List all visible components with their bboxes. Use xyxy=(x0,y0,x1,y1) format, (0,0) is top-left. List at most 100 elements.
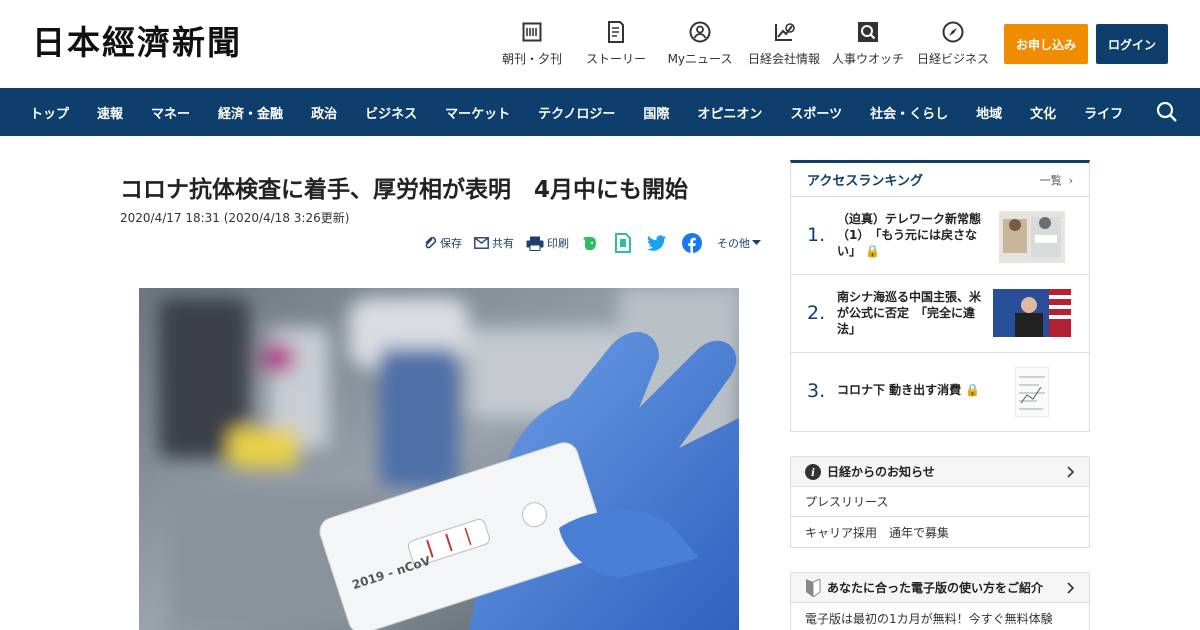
rank-headline: 南シナ海巡る中国主張、米が公式に否定 「完全に違法」 xyxy=(837,290,982,337)
facebook-button[interactable] xyxy=(682,233,705,253)
chevron-right-icon xyxy=(1067,466,1075,478)
svg-text:i: i xyxy=(811,468,815,479)
category-navbar: トップ 速報 マネー 経済・金融 政治 ビジネス マーケット テクノロジー 国際… xyxy=(0,88,1200,136)
nav-item-politics[interactable]: 政治 xyxy=(311,103,337,122)
header-nav-label: 日経会社情報 xyxy=(747,52,820,66)
clip-icon xyxy=(425,236,437,249)
twitter-icon xyxy=(647,234,667,251)
nikkei-logo[interactable]: 日本經濟新聞 xyxy=(32,26,242,59)
evernote-icon xyxy=(583,237,596,250)
nikkei-notice-box: i 日経からのお知らせ プレスリリース キャリア採用 通年で募集 xyxy=(790,456,1090,548)
nav-item-international[interactable]: 国際 xyxy=(643,103,669,122)
header-nav-label: ストーリー xyxy=(585,52,646,66)
header-nav-jinji[interactable]: 人事ウオッチ xyxy=(826,20,910,67)
header-nav-newspaper[interactable]: 朝刊・夕刊 xyxy=(490,20,574,67)
save-button[interactable]: 保存 xyxy=(423,235,462,251)
notice-career[interactable]: キャリア採用 通年で募集 xyxy=(791,517,1089,547)
site-header: 日本經濟新聞 朝刊・夕刊 ストーリー Myニュース 日経会社情報 人事ウオッチ … xyxy=(0,0,1200,88)
beginner-mark-icon xyxy=(806,578,821,597)
nav-item-opinion[interactable]: オピニオン xyxy=(697,103,762,122)
story-icon xyxy=(604,20,628,44)
more-share-label: その他 xyxy=(717,237,750,250)
rank-number: 1. xyxy=(807,224,826,246)
facebook-icon xyxy=(682,233,702,253)
print-button[interactable]: 印刷 xyxy=(526,235,569,251)
ranking-header: アクセスランキング 一覧 › xyxy=(791,163,1089,197)
rank-number: 2. xyxy=(807,302,826,324)
ranking-item-3[interactable]: 3. コロナ下 動き出す消費 🔒 xyxy=(791,353,1089,431)
login-button[interactable]: ログイン xyxy=(1096,24,1168,64)
nav-item-market[interactable]: マーケット xyxy=(445,103,510,122)
share-button[interactable]: 共有 xyxy=(474,235,514,251)
newspaper-icon xyxy=(520,20,544,44)
header-nav-label: 朝刊・夕刊 xyxy=(501,52,562,66)
ranking-more-label: 一覧 xyxy=(1039,173,1062,187)
chart-icon xyxy=(772,20,796,44)
rank-thumbnail xyxy=(999,211,1065,263)
nav-item-economy[interactable]: 経済・金融 xyxy=(218,103,283,122)
nav-item-region[interactable]: 地域 xyxy=(976,103,1002,122)
article-photo: 2019 - nCoV xyxy=(139,288,739,630)
guide-free-trial[interactable]: 電子版は最初の1カ月が無料！今すぐ無料体験 xyxy=(791,603,1089,630)
ranking-item-1[interactable]: 1. （迫真）テレワーク新常態（1） 「もう元には戻さない」 🔒 xyxy=(791,197,1089,275)
nav-item-sokuho[interactable]: 速報 xyxy=(97,103,123,122)
ranking-title: アクセスランキング xyxy=(807,174,923,189)
digital-guide-box: あなたに合った電子版の使い方をご紹介 電子版は最初の1カ月が無料！今すぐ無料体験 xyxy=(790,572,1090,630)
nav-item-culture[interactable]: 文化 xyxy=(1030,103,1056,122)
print-label: 印刷 xyxy=(547,237,569,250)
nav-item-technology[interactable]: テクノロジー xyxy=(538,103,615,122)
header-nav-label: 人事ウオッチ xyxy=(831,52,904,66)
twitter-button[interactable] xyxy=(647,234,670,252)
rank-number: 3. xyxy=(807,380,826,402)
chevron-right-icon xyxy=(1067,582,1075,594)
category-list: トップ 速報 マネー 経済・金融 政治 ビジネス マーケット テクノロジー 国際… xyxy=(0,88,1200,136)
lock-icon: 🔒 xyxy=(865,244,881,259)
chevron-right-icon: › xyxy=(1065,173,1073,187)
nav-item-money[interactable]: マネー xyxy=(151,103,190,122)
rank-headline: コロナ下 動き出す消費 🔒 xyxy=(837,383,981,397)
ranking-more-link[interactable]: 一覧 › xyxy=(1040,172,1073,188)
access-ranking: アクセスランキング 一覧 › 1. （迫真）テレワーク新常態（1） 「もう元には… xyxy=(790,160,1090,432)
share-label: 共有 xyxy=(492,237,514,250)
ranking-item-2[interactable]: 2. 南シナ海巡る中国主張、米が公式に否定 「完全に違法」 xyxy=(791,275,1089,353)
nav-item-society[interactable]: 社会・くらし xyxy=(870,103,948,122)
notice-title: 日経からのお知らせ xyxy=(827,465,935,479)
nav-item-top[interactable]: トップ xyxy=(30,103,69,122)
search-icon[interactable] xyxy=(1156,101,1178,123)
evernote-button[interactable] xyxy=(581,234,602,252)
antibody-test-photo: 2019 - nCoV xyxy=(139,288,739,630)
search-person-icon xyxy=(856,20,880,44)
nav-item-sports[interactable]: スポーツ xyxy=(790,103,842,122)
nav-item-life[interactable]: ライフ xyxy=(1084,103,1123,122)
rank-thumbnail xyxy=(1014,366,1050,418)
note-button[interactable] xyxy=(614,233,635,253)
save-label: 保存 xyxy=(440,237,462,250)
print-icon xyxy=(526,236,544,251)
article-title: コロナ抗体検査に着手、厚労相が表明 4月中にも開始 xyxy=(120,177,689,203)
compass-icon xyxy=(941,20,965,44)
lock-icon: 🔒 xyxy=(965,383,981,397)
header-nav-company[interactable]: 日経会社情報 xyxy=(742,20,826,67)
guide-title: あなたに合った電子版の使い方をご紹介 xyxy=(827,581,1044,595)
caret-down-icon xyxy=(752,240,761,245)
header-nav-business[interactable]: 日経ビジネス xyxy=(910,20,996,67)
more-share-button[interactable]: その他 xyxy=(717,235,764,251)
header-nav-story[interactable]: ストーリー xyxy=(574,20,658,67)
mail-icon xyxy=(474,237,489,249)
rank-headline: （迫真）テレワーク新常態（1） 「もう元には戻さない」 🔒 xyxy=(837,212,982,259)
header-nav: 朝刊・夕刊 ストーリー Myニュース 日経会社情報 人事ウオッチ 日経ビジネス xyxy=(490,20,996,67)
person-icon xyxy=(688,20,712,44)
apply-button[interactable]: お申し込み xyxy=(1004,24,1088,64)
info-icon: i xyxy=(805,463,821,480)
share-toolbar: 保存 共有 印刷 その他 xyxy=(423,233,776,253)
article-date: 2020/4/17 18:31 (2020/4/18 3:26更新) xyxy=(120,211,350,225)
header-nav-mynews[interactable]: Myニュース xyxy=(658,20,742,67)
header-nav-label: Myニュース xyxy=(667,52,733,66)
nav-item-business[interactable]: ビジネス xyxy=(365,103,417,122)
note-icon xyxy=(615,233,631,253)
notice-press-release[interactable]: プレスリリース xyxy=(791,487,1089,517)
notice-header[interactable]: i 日経からのお知らせ xyxy=(791,457,1089,487)
header-nav-label: 日経ビジネス xyxy=(916,52,989,66)
rank-thumbnail xyxy=(993,289,1071,337)
guide-header[interactable]: あなたに合った電子版の使い方をご紹介 xyxy=(791,573,1089,603)
